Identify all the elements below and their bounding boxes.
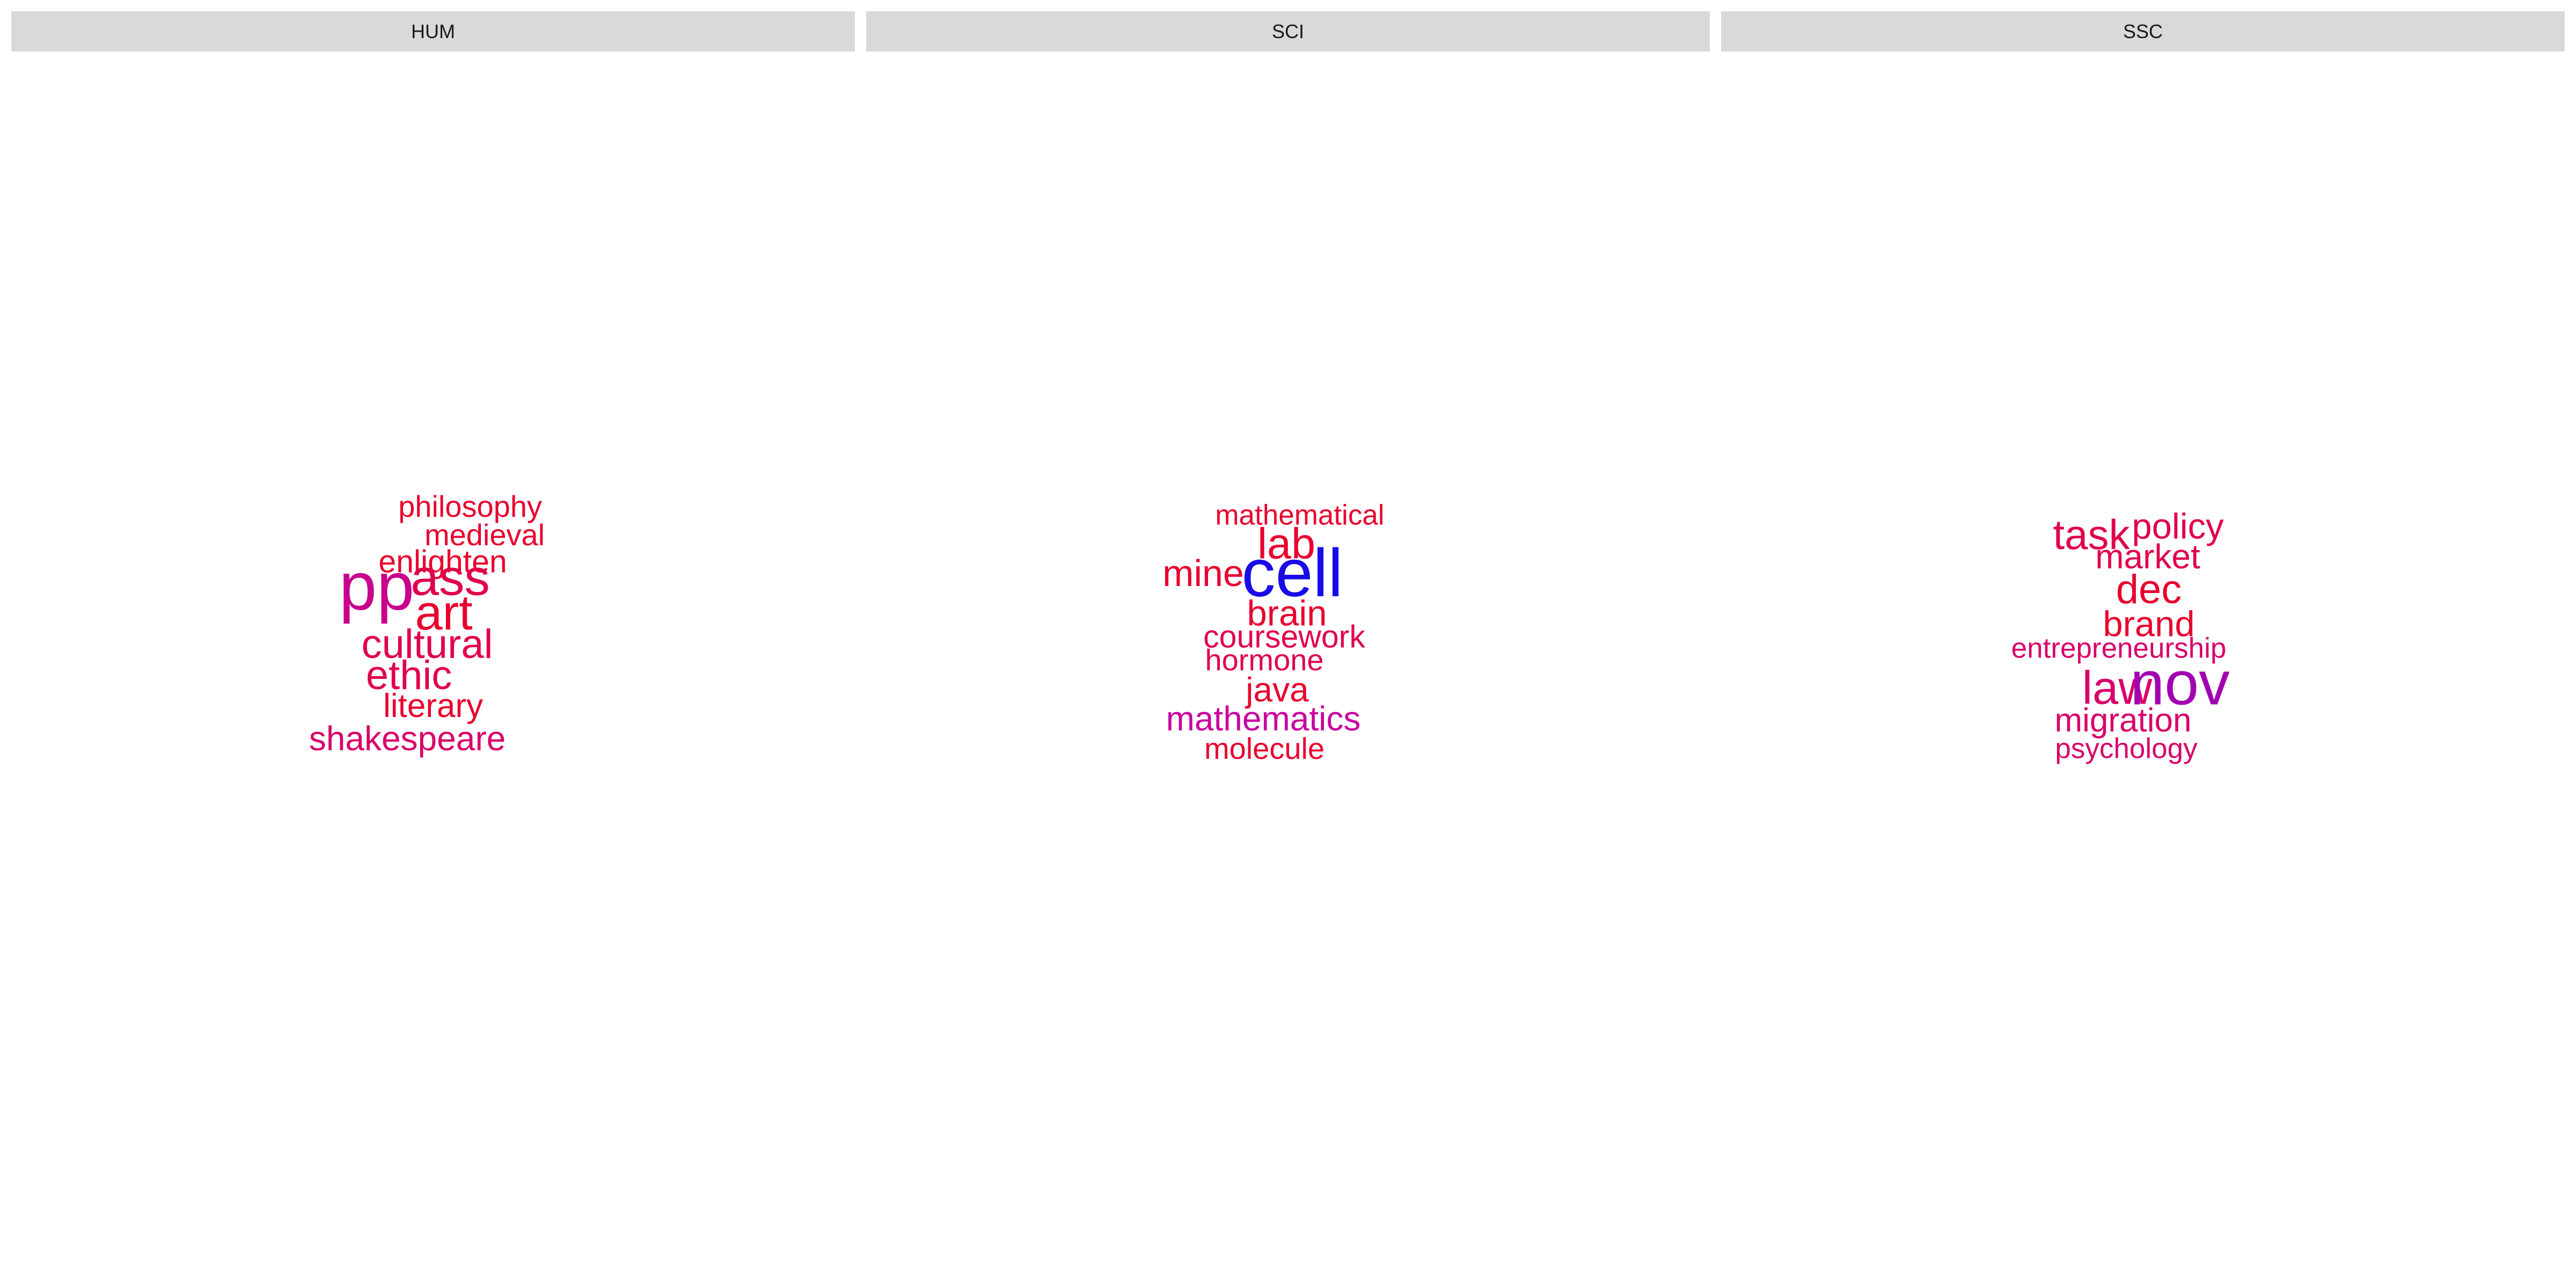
word-pp: pp xyxy=(339,548,415,624)
word-literary: literary xyxy=(383,687,484,724)
facet-panel-hum: HUM philosophy medieval enlighten pp ass art c… xyxy=(11,11,855,1267)
word-philosophy: philosophy xyxy=(398,489,542,523)
word-mathematics: mathematics xyxy=(1166,699,1361,738)
word-molecule: molecule xyxy=(1204,731,1325,765)
faceted-word-cloud-figure: HUM philosophy medieval enlighten pp ass art c… xyxy=(0,0,2576,1288)
word-cloud-ssc: task policy market dec brand entrepreneurship… xyxy=(1721,52,2565,1267)
facet-strip-label: HUM xyxy=(11,11,855,52)
facet-panel-sci: SCI mathematical lab mine cell brain coursewo… xyxy=(866,11,1710,1267)
facet-strip-label: SCI xyxy=(866,11,1710,52)
word-shakespeare: shakespeare xyxy=(309,719,506,758)
word-cloud-sci: mathematical lab mine cell brain coursework ho… xyxy=(866,52,1710,1267)
word-mine: mine xyxy=(1162,552,1244,594)
word-cloud-hum: philosophy medieval enlighten pp ass art cultu… xyxy=(11,52,855,1267)
facet-panel-ssc: SSC task policy market dec brand entrepreneur… xyxy=(1721,11,2565,1267)
word-psychology: psychology xyxy=(2055,733,2198,765)
facet-strip-label: SSC xyxy=(1721,11,2565,52)
